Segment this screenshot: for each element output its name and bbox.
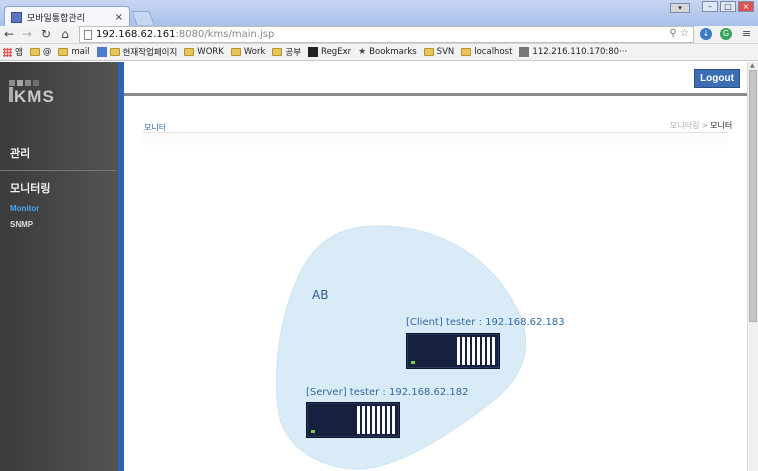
folder-icon: [423, 48, 434, 56]
bookmarks-bar: 앱 @ mail 현재작업페이지 WORK Work 공부 RegExr ★ Bo…: [0, 44, 758, 61]
back-arrow-icon[interactable]: ←: [2, 27, 16, 41]
reload-icon[interactable]: ↻: [39, 27, 53, 41]
bookmark-label: 앱: [15, 48, 23, 58]
header-bar: Logout: [124, 62, 747, 96]
home-icon[interactable]: ⌂: [58, 27, 72, 41]
logo-bars-icon: [9, 80, 55, 86]
folder-icon: [230, 48, 241, 56]
sidebar: KMS 관리 모니터링 Monitor SNMP: [0, 62, 118, 471]
client-host-label: [Client] tester : 192.168.62.183: [406, 317, 565, 328]
server-host-label: [Server] tester : 192.168.62.182: [306, 387, 469, 398]
main-content: Logout 모니터 모니터링 > 모니터 AB [Client] tester :…: [124, 62, 747, 471]
bookmark-bookmarks[interactable]: ★ Bookmarks: [358, 47, 417, 57]
page-icon: [519, 47, 530, 57]
sidebar-heading-manage[interactable]: 관리: [10, 145, 30, 161]
tab-close-icon[interactable]: ×: [115, 12, 123, 23]
browser-titlebar: 모바일통합관리 × ▾ – □ ×: [0, 0, 758, 27]
url-host: 192.168.62.161: [96, 29, 176, 40]
menu-icon[interactable]: ≡: [742, 27, 751, 40]
bookmark-label: 112.216.110.170:80···: [532, 47, 628, 57]
breadcrumb: 모니터링 > 모니터: [670, 120, 732, 131]
folder-icon: [184, 48, 195, 56]
close-window-button[interactable]: ×: [738, 1, 754, 12]
forward-arrow-icon[interactable]: →: [20, 27, 34, 41]
device-group-label: AB: [312, 288, 329, 302]
regexr-icon: [308, 47, 319, 57]
browser-toolbar: ← → ↻ ⌂ 192.168.62.161:8080/kms/main.jsp…: [0, 26, 758, 44]
extension-download-icon[interactable]: ↓: [700, 28, 712, 40]
bookmark-label: RegExr: [321, 47, 352, 57]
page: KMS 관리 모니터링 Monitor SNMP Logout 모니터 모니터링…: [0, 62, 758, 471]
server-server-icon[interactable]: [306, 402, 400, 438]
folder-icon: [58, 48, 69, 56]
bookmark-svn[interactable]: SVN: [423, 47, 455, 57]
bookmark-label: localhost: [474, 47, 513, 57]
bookmark-label: mail: [71, 47, 90, 57]
bookmark-label: Bookmarks: [369, 47, 417, 57]
sidebar-heading-monitoring[interactable]: 모니터링: [10, 180, 50, 196]
bookmark-study[interactable]: 공부: [272, 46, 301, 58]
bookmark-work[interactable]: Work: [230, 47, 266, 57]
logo-text: KMS: [14, 87, 55, 106]
user-profile-icon[interactable]: ▾: [670, 3, 690, 13]
bookmark-apps[interactable]: 앱: [3, 46, 23, 58]
title-divider: [142, 132, 728, 150]
bookmark-WORK[interactable]: WORK: [184, 47, 224, 57]
minimize-button[interactable]: –: [702, 1, 718, 12]
breadcrumb-item-current: 모니터: [710, 121, 733, 130]
bookmark-mail[interactable]: mail: [58, 47, 90, 57]
sidebar-divider: [0, 170, 116, 171]
folder-icon: [461, 48, 472, 56]
vertical-scrollbar[interactable]: ▲: [747, 62, 758, 471]
maximize-button[interactable]: □: [720, 1, 736, 12]
breadcrumb-separator: >: [701, 121, 709, 130]
bookmark-remote-host[interactable]: 112.216.110.170:80···: [519, 47, 627, 57]
tab-favicon-icon: [11, 11, 22, 23]
bookmark-regexr[interactable]: RegExr: [308, 47, 351, 57]
page-icon: [84, 29, 92, 40]
scroll-up-icon[interactable]: ▲: [750, 62, 755, 69]
bookmark-label: Work: [243, 47, 266, 57]
folder-icon: [272, 48, 283, 56]
folder-icon: [29, 48, 40, 56]
breadcrumb-item-monitoring[interactable]: 모니터링: [670, 121, 699, 130]
extension-refresh-icon[interactable]: G: [720, 28, 732, 40]
bookmark-label: 현재작업페이지: [122, 48, 178, 58]
bookmark-label: WORK: [197, 47, 224, 57]
bookmark-favicon-icon: [96, 47, 107, 57]
url-path: :8080/kms/main.jsp: [175, 29, 275, 40]
scroll-thumb[interactable]: [749, 70, 757, 322]
browser-tab[interactable]: 모바일통합관리 ×: [4, 6, 130, 27]
sidebar-item-snmp[interactable]: SNMP: [10, 220, 33, 229]
folder-icon: [109, 48, 120, 56]
bookmark-star-icon[interactable]: ⚲ ☆: [670, 28, 689, 39]
logout-button[interactable]: Logout: [694, 69, 740, 88]
client-server-icon[interactable]: [406, 333, 500, 369]
new-tab-button[interactable]: [131, 11, 155, 25]
bookmark-label: @: [42, 47, 52, 57]
bookmark-at[interactable]: @: [29, 47, 52, 57]
address-bar[interactable]: 192.168.62.161:8080/kms/main.jsp ⚲ ☆: [79, 26, 694, 43]
bookmark-label: SVN: [436, 47, 455, 57]
sidebar-item-monitor[interactable]: Monitor: [10, 204, 39, 213]
star-icon: ★: [358, 47, 367, 57]
bookmark-current-work[interactable]: 현재작업페이지: [96, 46, 178, 58]
kms-logo: KMS: [9, 80, 55, 107]
apps-icon: [3, 47, 12, 57]
bookmark-localhost[interactable]: localhost: [461, 47, 512, 57]
bookmark-label: 공부: [285, 48, 302, 58]
tab-title: 모바일통합관리: [27, 13, 85, 24]
